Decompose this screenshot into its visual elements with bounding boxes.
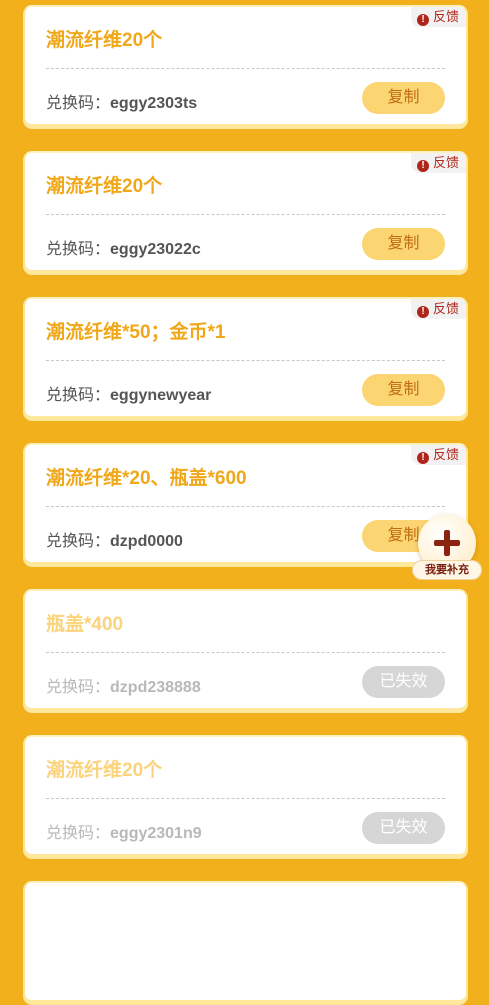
code-value: eggy2301n9 <box>110 825 202 842</box>
copy-button[interactable]: 复制 <box>362 228 445 260</box>
code-label: 兑换码： <box>46 825 111 842</box>
code-label: 兑换码： <box>46 533 111 550</box>
feedback-label: 反馈 <box>432 155 459 170</box>
divider <box>46 506 445 507</box>
code-row: 兑换码：dzpd238888 <box>46 673 201 697</box>
feedback-button[interactable]: ! 反馈 <box>410 445 466 465</box>
divider <box>46 798 445 799</box>
code-card: 潮流纤维*20、瓶盖*600 ! 反馈 兑换码：dzpd0000 复制 <box>23 443 468 567</box>
code-card-expired: 潮流纤维20个 兑换码：eggy2301n9 已失效 <box>23 735 468 859</box>
code-card: 潮流纤维20个 ! 反馈 兑换码：eggy23022c 复制 <box>23 151 468 275</box>
divider <box>46 214 445 215</box>
card-title: 潮流纤维20个 <box>46 760 163 781</box>
code-label: 兑换码： <box>46 679 111 696</box>
feedback-label: 反馈 <box>432 301 459 316</box>
copy-button[interactable]: 复制 <box>362 374 445 406</box>
code-row: 兑换码：dzpd0000 <box>46 527 183 551</box>
card-title: 潮流纤维*20、瓶盖*600 <box>46 468 247 489</box>
add-code-fab[interactable]: 我要补充 <box>412 514 482 582</box>
divider <box>46 652 445 653</box>
code-value: dzpd0000 <box>110 533 183 550</box>
expired-badge: 已失效 <box>362 812 445 844</box>
code-label: 兑换码： <box>46 241 111 258</box>
code-card-expired: 瓶盖*400 兑换码：dzpd238888 已失效 <box>23 589 468 713</box>
card-title: 瓶盖*400 <box>46 614 124 635</box>
code-card <box>23 881 468 1005</box>
card-title: 潮流纤维*50；金币*1 <box>46 322 226 343</box>
code-card: 潮流纤维20个 ! 反馈 兑换码：eggy2303ts 复制 <box>23 5 468 129</box>
code-row: 兑换码：eggy23022c <box>46 235 201 259</box>
code-value: eggy2303ts <box>110 95 198 112</box>
card-title: 潮流纤维20个 <box>46 176 163 197</box>
feedback-button[interactable]: ! 反馈 <box>410 299 466 319</box>
code-row: 兑换码：eggynewyear <box>46 381 211 405</box>
code-value: dzpd238888 <box>110 679 201 696</box>
copy-button[interactable]: 复制 <box>362 82 445 114</box>
divider <box>46 360 445 361</box>
code-value: eggynewyear <box>110 387 212 404</box>
expired-badge: 已失效 <box>362 666 445 698</box>
card-title: 潮流纤维20个 <box>46 30 163 51</box>
code-card: 潮流纤维*50；金币*1 ! 反馈 兑换码：eggynewyear 复制 <box>23 297 468 421</box>
alert-icon: ! <box>416 160 429 172</box>
alert-icon: ! <box>416 14 429 26</box>
feedback-label: 反馈 <box>432 9 459 24</box>
fab-label: 我要补充 <box>412 560 482 580</box>
alert-icon: ! <box>416 452 429 464</box>
plus-icon-bar <box>434 540 460 546</box>
code-label: 兑换码： <box>46 387 111 404</box>
code-label: 兑换码： <box>46 95 111 112</box>
code-value: eggy23022c <box>110 241 201 258</box>
feedback-button[interactable]: ! 反馈 <box>410 7 466 27</box>
alert-icon: ! <box>416 306 429 318</box>
feedback-label: 反馈 <box>432 447 459 462</box>
code-row: 兑换码：eggy2303ts <box>46 89 197 113</box>
feedback-button[interactable]: ! 反馈 <box>410 153 466 173</box>
code-row: 兑换码：eggy2301n9 <box>46 819 202 843</box>
divider <box>46 68 445 69</box>
